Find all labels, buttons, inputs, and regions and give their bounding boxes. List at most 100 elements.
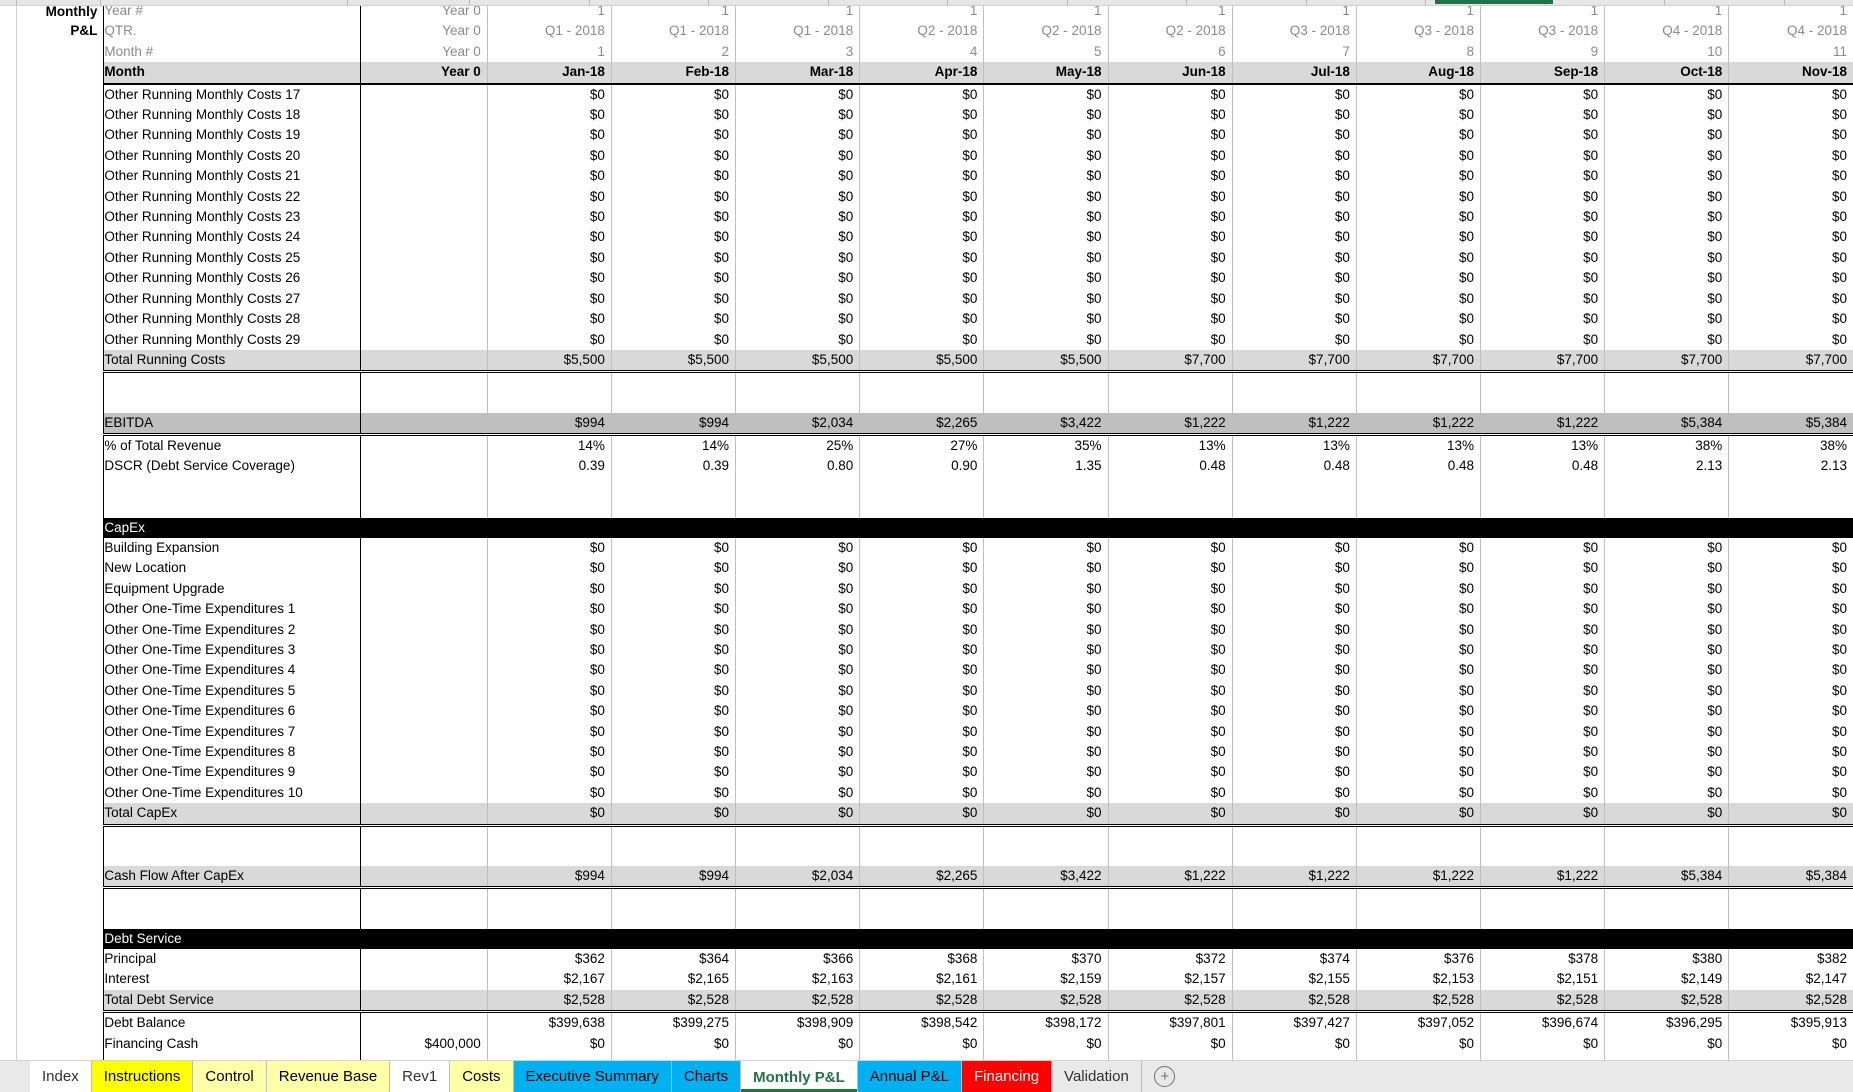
sheet-tab-monthly-p-l[interactable]: Monthly P&L	[741, 1061, 858, 1092]
title-spacer	[17, 125, 104, 145]
title-spacer	[17, 1034, 104, 1054]
row-label: Equipment Upgrade	[103, 578, 361, 600]
spacer-cell	[610, 825, 736, 846]
table-row: Principal $362 $364 $366 $368 $370 $372 $374 $37…	[0, 949, 1853, 970]
row-value: $0	[1231, 288, 1357, 310]
sheet-tab-costs[interactable]: Costs	[450, 1061, 514, 1092]
spacer-label	[103, 845, 361, 866]
sheet-tab-annual-p-l[interactable]: Annual P&L	[857, 1061, 962, 1092]
sheet-tab-index[interactable]: Index	[30, 1061, 92, 1092]
row-value: $398,542	[859, 1011, 984, 1034]
row-value: $0	[1728, 680, 1853, 702]
spacer-label	[103, 392, 361, 413]
row-value: 35%	[983, 434, 1109, 457]
row-value: $0	[1479, 247, 1605, 269]
month-header-5[interactable]: May-18	[983, 62, 1109, 85]
row-value: $0	[1728, 762, 1853, 783]
spacer-cell	[859, 825, 984, 846]
month-header-2[interactable]: Feb-18	[610, 62, 736, 85]
spreadsheet-grid[interactable]: Monthly P&L Year # Year 0 1 1 1 1 1 1 1 1 1 1 1 QTR. Yea…	[0, 0, 1853, 1060]
row-value: $0	[1728, 599, 1853, 620]
month-header-9[interactable]: Sep-18	[1479, 62, 1605, 85]
month-header-8[interactable]: Aug-18	[1355, 62, 1481, 85]
spacer-cell	[360, 371, 488, 393]
row-value: $0	[1231, 309, 1357, 330]
row-value: 0.48	[1355, 456, 1481, 477]
row-value: $0	[1107, 660, 1233, 681]
row-value: $0	[1479, 207, 1605, 228]
sheet-tab-executive-summary[interactable]: Executive Summary	[513, 1061, 672, 1092]
row-value: $366	[735, 949, 860, 970]
row-value: $0	[1479, 227, 1605, 248]
row-value: $0	[610, 803, 736, 827]
sheet-tab-instructions[interactable]: Instructions	[91, 1061, 194, 1092]
sheet-tab-control[interactable]: Control	[193, 1061, 267, 1092]
sheet-tab-charts[interactable]: Charts	[671, 1061, 742, 1092]
row-gutter	[0, 392, 18, 413]
title-spacer	[17, 681, 104, 701]
row-value: $0	[1479, 762, 1605, 783]
row-value: $0	[983, 186, 1109, 208]
add-sheet-button[interactable]: +	[1141, 1061, 1188, 1092]
sheet-tab-bar[interactable]: Index Instructions Control Revenue Base Rev1…	[0, 1060, 1853, 1092]
row-value: $994	[610, 865, 736, 890]
row-value: $0	[735, 558, 860, 579]
row-value: $0	[486, 145, 612, 167]
month-header-6[interactable]: Jun-18	[1107, 62, 1233, 85]
spacer-cell	[859, 908, 984, 929]
row-value: 2.13	[1728, 456, 1853, 477]
table-row: Other One-Time Expenditures 5 $0 $0 $0 $0 $0 $…	[0, 680, 1853, 702]
row-year0-value	[360, 186, 488, 208]
row-year0-value	[360, 660, 488, 681]
row-value: $0	[1604, 309, 1729, 330]
row-value: $2,153	[1355, 969, 1481, 990]
month-header-1[interactable]: Jan-18	[486, 62, 612, 85]
row-value: $0	[1728, 268, 1853, 289]
month-header-7[interactable]: Jul-18	[1231, 62, 1357, 85]
title-spacer	[17, 105, 104, 125]
spacer-cell	[1231, 497, 1357, 518]
row-value: $0	[610, 701, 736, 722]
section-header-row: Debt Service	[0, 928, 1853, 950]
row-gutter	[0, 721, 18, 743]
col-header-3: Q1 - 2018	[735, 21, 860, 42]
spacer-cell	[486, 845, 612, 866]
row-value: $0	[1355, 742, 1481, 763]
sheet-tab-financing[interactable]: Financing	[962, 1061, 1053, 1092]
row-value: $0	[1355, 599, 1481, 620]
row-label: Financing Cash	[103, 1033, 361, 1055]
row-value: $2,528	[1728, 989, 1853, 1014]
month-header-3[interactable]: Mar-18	[735, 62, 860, 85]
row-value: 0.39	[610, 456, 736, 477]
row-value: $0	[486, 803, 612, 827]
spacer-cell	[1107, 392, 1233, 413]
row-gutter	[0, 989, 18, 1012]
sheet-tab-revenue-base[interactable]: Revenue Base	[266, 1061, 391, 1092]
month-header-4[interactable]: Apr-18	[859, 62, 984, 85]
row-value: $0	[983, 578, 1109, 600]
row-value: $7,700	[1728, 349, 1853, 374]
spacer-cell	[859, 845, 984, 866]
row-value: $0	[610, 125, 736, 146]
sheet-nav-arrows[interactable]	[0, 1061, 30, 1092]
row-value: $2,151	[1479, 969, 1605, 990]
row-value: $0	[983, 803, 1109, 827]
row-value: $0	[1479, 186, 1605, 208]
row-value: $0	[983, 329, 1109, 350]
spacer-cell	[1479, 497, 1605, 518]
row-value: $0	[486, 538, 612, 559]
row-value: $1,222	[1479, 412, 1605, 436]
spacer-cell	[610, 371, 736, 393]
row-year0-value	[360, 349, 488, 374]
row-value: $0	[983, 619, 1109, 641]
month-header-11[interactable]: Nov-18	[1728, 62, 1853, 85]
row-value: 14%	[486, 434, 612, 457]
spacer-cell	[1107, 371, 1233, 393]
table-row: Other Running Monthly Costs 25 $0 $0 $0 $0 $0…	[0, 247, 1853, 269]
sheet-tab-validation[interactable]: Validation	[1052, 1061, 1142, 1092]
header-row: Month # Year 0 1 2 3 4 5 6 7 8 9 10 11	[0, 41, 1853, 63]
sheet-tab-rev1[interactable]: Rev1	[390, 1061, 451, 1092]
col-header-11: 11	[1728, 41, 1853, 63]
month-header-10[interactable]: Oct-18	[1604, 62, 1729, 85]
row-gutter	[0, 83, 18, 106]
